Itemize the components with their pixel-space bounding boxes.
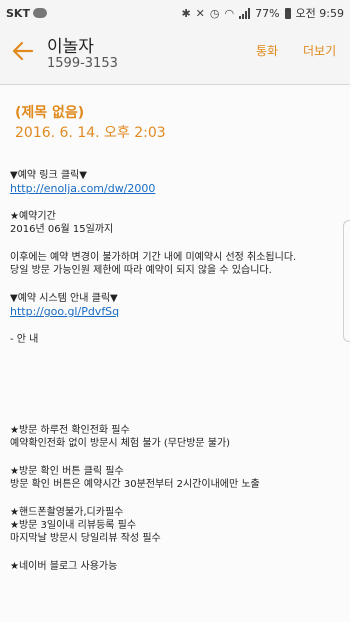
message-body: ▼예약 링크 클릭▼ http://enolja.com/dw/2000 ★예약… (10, 169, 346, 573)
body-line: ▼예약 시스템 안내 클릭▼ (10, 293, 118, 304)
guide-link[interactable]: http://goo.gl/PdvfSq (10, 305, 346, 318)
contact-name: 이놀자 (47, 37, 94, 57)
body-line: 당일 방문 가능인원 제한에 따라 예약이 되지 않을 수 있습니다. (10, 265, 272, 276)
body-line: 예약확인전화 없이 방문시 체험 불가 (무단방문 불가) (10, 438, 231, 449)
message-view: (제목 없음) 2016. 6. 14. 오후 2:03 ▼예약 링크 클릭▼ … (0, 85, 350, 622)
body-line: ★방문 3일이내 리뷰등록 필수 (10, 520, 137, 531)
status-bar: SKT ✱ ✕ ◷ ◠ 77% 오전 9:59 (0, 0, 350, 26)
more-button[interactable]: 더보기 (303, 42, 336, 59)
status-left: SKT (6, 7, 47, 20)
scroll-handle[interactable] (343, 220, 350, 342)
conversation-header: 이놀자 1599-3153 통화 더보기 (0, 26, 350, 85)
body-line: ★네이버 블로그 사용가능 (10, 561, 118, 572)
body-line: 방문 확인 버튼은 예약시간 30분전부터 2시간이내에만 노출 (10, 479, 260, 490)
body-line: 2016년 06월 15일까지 (10, 224, 114, 235)
status-right: ✱ ✕ ◷ ◠ 77% 오전 9:59 (181, 5, 344, 21)
reservation-link[interactable]: http://enolja.com/dw/2000 (10, 182, 346, 195)
message-date: 2016. 6. 14. 오후 2:03 (15, 125, 166, 141)
message-subject: (제목 없음) (15, 105, 85, 121)
body-line: ★핸드폰촬영불가,디카필수 (10, 507, 124, 518)
battery-icon (284, 7, 291, 19)
body-line: ▼예약 링크 클릭▼ (10, 170, 87, 181)
signal-icon (239, 7, 251, 19)
back-arrow-icon[interactable] (10, 38, 36, 64)
clock: 오전 9:59 (295, 7, 344, 20)
body-line: 이후에는 예약 변경이 불가하며 기간 내에 미예약시 선정 취소됩니다. (10, 252, 297, 263)
body-line: ★방문 하루전 확인전화 필수 (10, 425, 130, 436)
body-line: ★예약기간 (10, 211, 56, 222)
mute-icon: ✕ (195, 6, 205, 20)
body-line: 마지막날 방문시 당일리뷰 작성 필수 (10, 533, 161, 544)
carrier-label: SKT (6, 6, 30, 20)
alarm-icon: ◷ (209, 6, 220, 20)
body-line: - 안 내 (10, 334, 39, 345)
wifi-icon: ◠ (224, 6, 235, 20)
contact-number: 1599-3153 (47, 56, 118, 71)
call-button[interactable]: 통화 (256, 42, 278, 59)
kakaotalk-icon (32, 8, 47, 18)
battery-percent: 77% (255, 6, 280, 20)
bluetooth-icon: ✱ (181, 6, 191, 20)
body-line: ★방문 확인 버튼 클릭 필수 (10, 466, 124, 477)
